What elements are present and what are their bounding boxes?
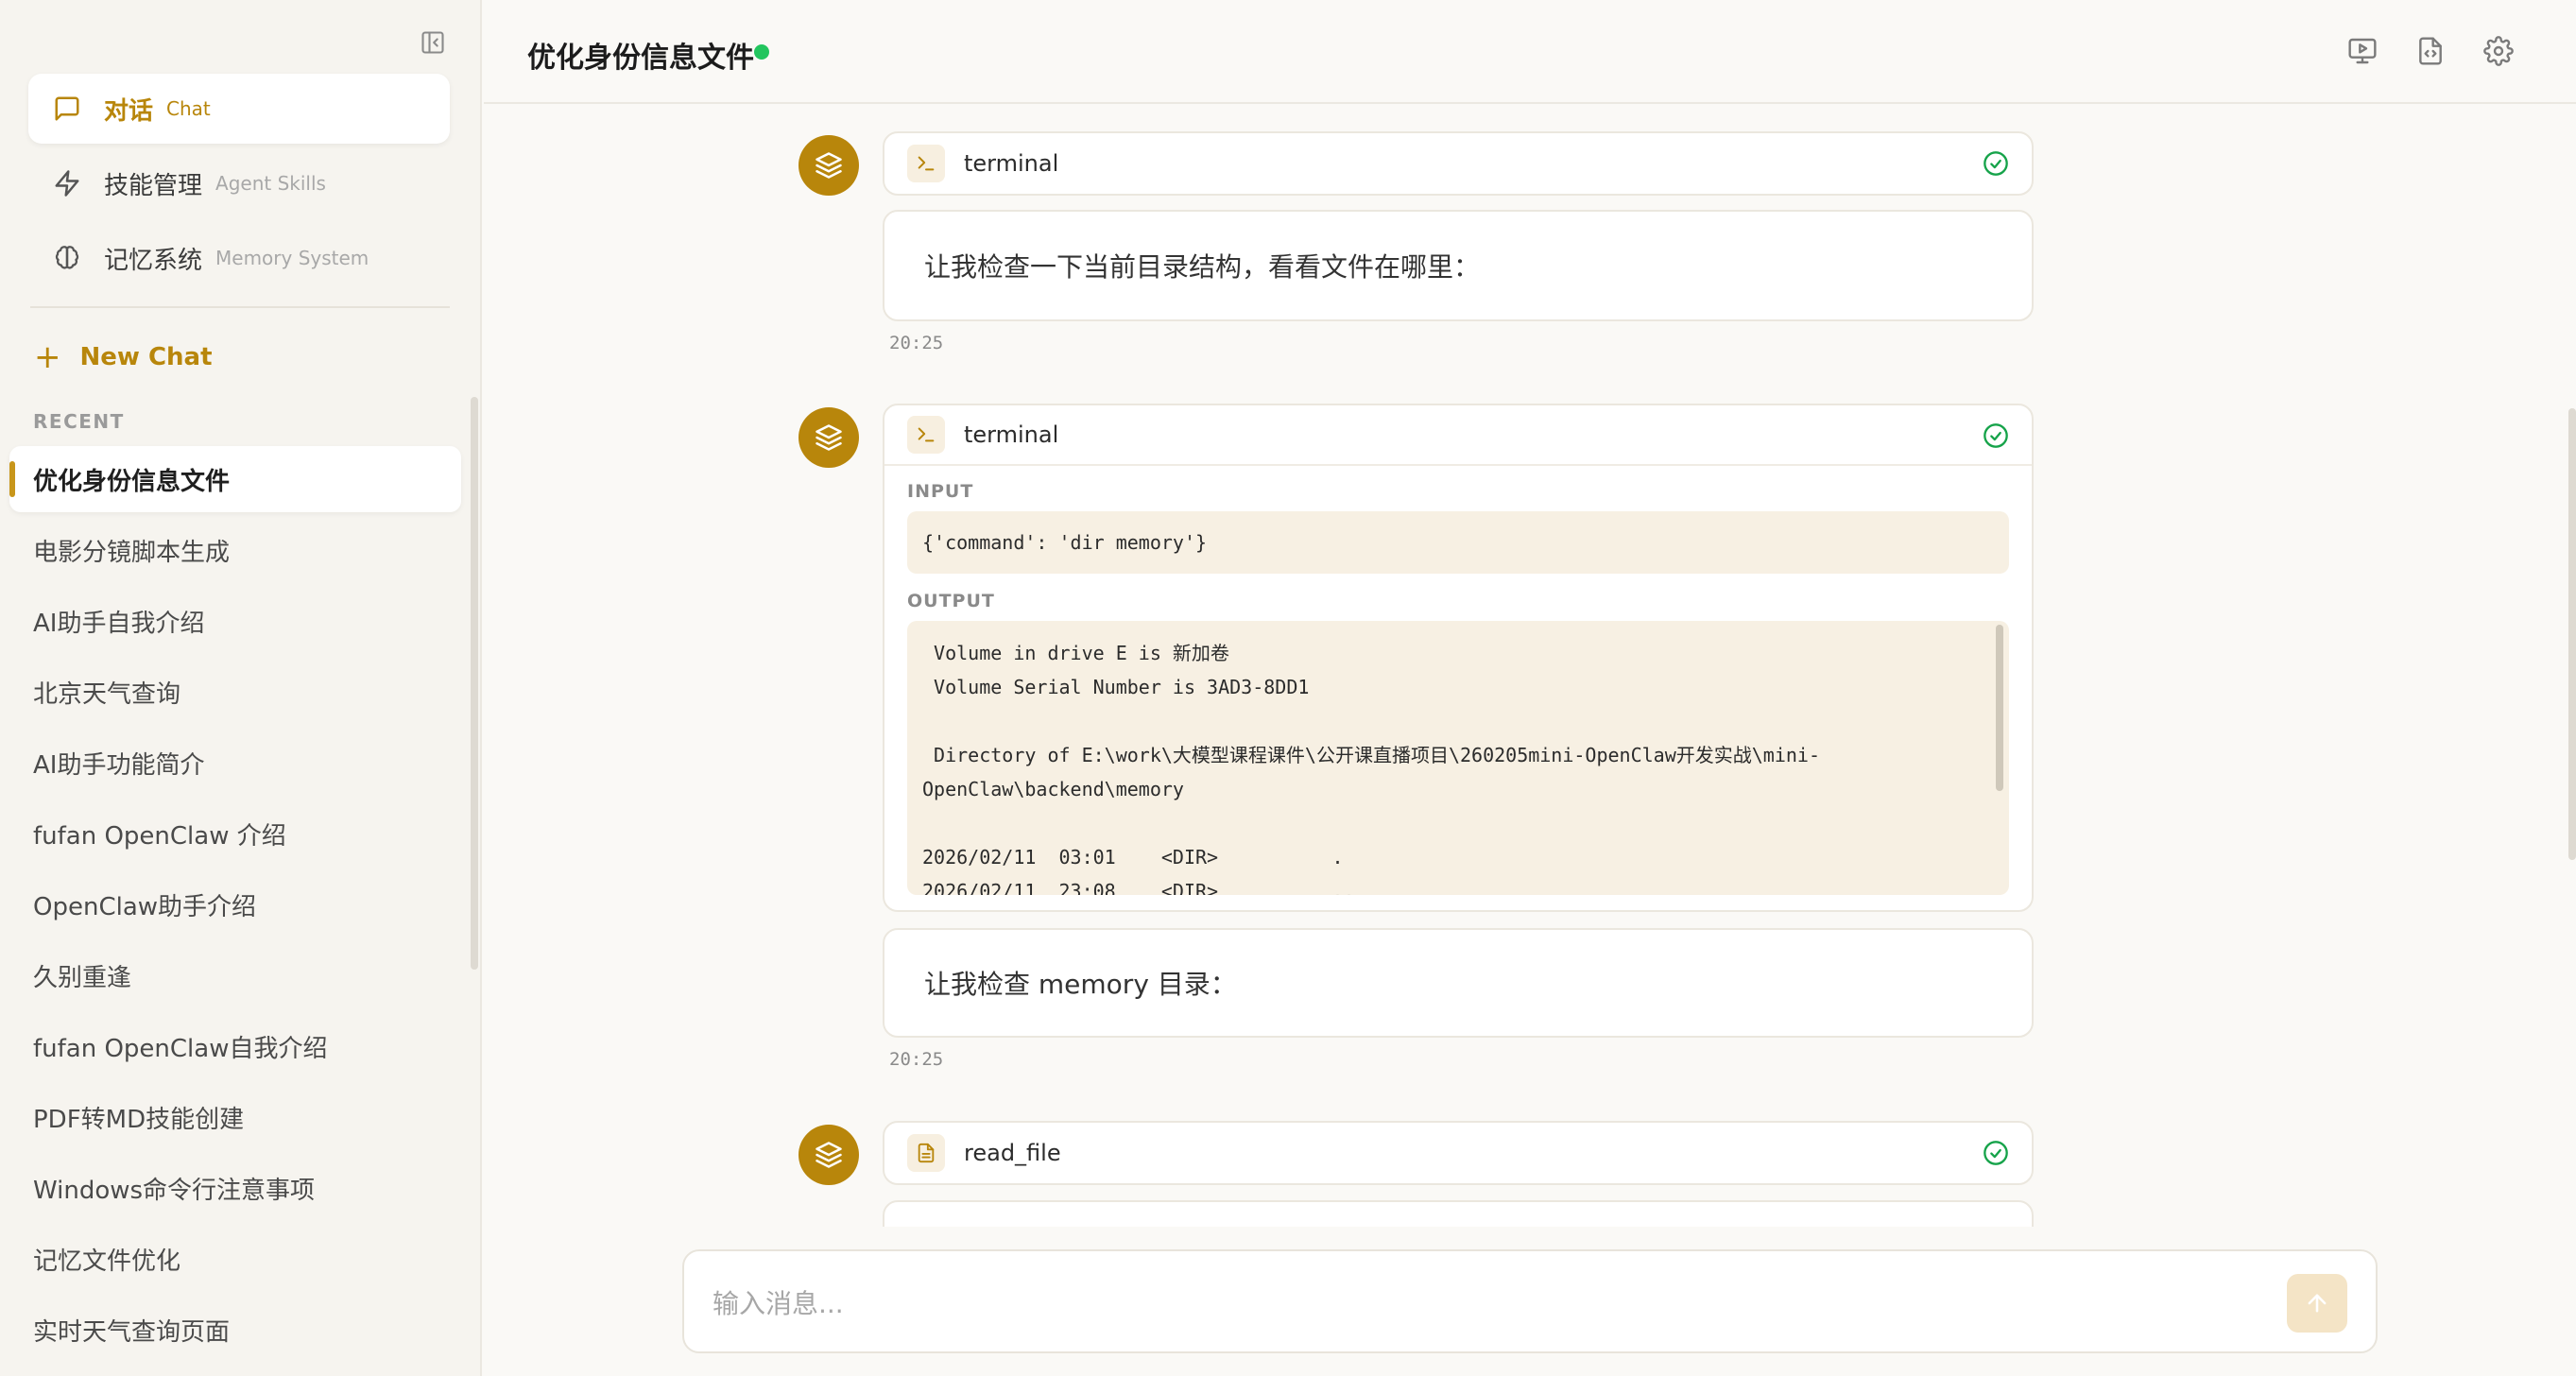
assistant-message-bubble: 让我检查 memory 目录： — [883, 928, 2034, 1038]
check-circle-icon — [1984, 151, 2008, 176]
output-line: OpenClaw\backend\memory — [922, 778, 1184, 800]
check-circle-icon — [1984, 1141, 2008, 1165]
nav-item-sublabel: Memory System — [215, 247, 369, 269]
plus-icon: + — [34, 338, 61, 376]
assistant-avatar — [799, 1125, 859, 1185]
sidebar: 对话 Chat 技能管理 Agent Skills 记忆系统 Memory Sy… — [0, 0, 482, 1376]
file-code-icon[interactable] — [2413, 34, 2447, 68]
status-indicator — [754, 44, 769, 60]
tool-call-card[interactable]: terminal — [883, 131, 2034, 196]
recent-chat-item[interactable]: fufan OpenClaw 介绍 — [9, 800, 461, 867]
file-text-icon — [907, 1134, 945, 1172]
recent-section-label: RECENT — [33, 410, 125, 433]
message-input[interactable] — [713, 1280, 2224, 1327]
output-line: 2026/02/11 23:08 <DIR> .. — [922, 880, 1355, 895]
terminal-icon — [907, 145, 945, 182]
settings-gear-icon[interactable] — [2482, 34, 2516, 68]
output-line: Volume in drive E is 新加卷 — [922, 642, 1229, 664]
recent-chat-item[interactable]: 电影分镜脚本生成 — [9, 517, 461, 583]
message-text: 让我检查 memory 目录： — [924, 969, 1237, 1000]
chat-scrollbar[interactable] — [2568, 408, 2576, 860]
layers-icon — [816, 152, 842, 179]
recent-chat-item[interactable]: fufan OpenClaw自我介绍 — [9, 1013, 461, 1079]
recent-chat-item[interactable]: PDF转MD技能创建 — [9, 1084, 461, 1150]
terminal-icon — [907, 416, 945, 454]
lightning-icon — [51, 167, 83, 199]
nav-item-agent-skills[interactable]: 技能管理 Agent Skills — [28, 148, 450, 218]
recent-chat-list: 优化身份信息文件 电影分镜脚本生成 AI助手自我介绍 北京天气查询 AI助手功能… — [9, 446, 461, 1367]
message-text: 让我检查一下当前目录结构，看看文件在哪里： — [924, 251, 1481, 283]
output-line: Directory of E:\work\大模型课程课件\公开课直播项目\260… — [922, 744, 1821, 766]
tool-name: read_file — [964, 1140, 1061, 1166]
arrow-up-icon — [2308, 1294, 2327, 1313]
check-circle-icon — [1984, 423, 2008, 448]
nav-item-memory-system[interactable]: 记忆系统 Memory System — [28, 223, 450, 293]
new-chat-label: New Chat — [79, 343, 213, 371]
layers-icon — [816, 424, 842, 451]
recent-chat-item[interactable]: OpenClaw助手介绍 — [9, 871, 461, 937]
header: 优化身份信息文件 — [484, 0, 2576, 104]
output-scrollbar[interactable] — [1996, 625, 2003, 791]
nav-item-chat[interactable]: 对话 Chat — [28, 74, 450, 144]
output-line: Volume Serial Number is 3AD3-8DD1 — [922, 676, 1310, 698]
monitor-play-icon[interactable] — [2345, 34, 2379, 68]
output-section-label: OUTPUT — [907, 591, 995, 611]
chat-bubble-icon — [51, 93, 83, 125]
sidebar-collapse-icon[interactable] — [418, 27, 448, 58]
nav-item-label: 记忆系统 — [104, 246, 203, 275]
recent-chat-item[interactable]: 北京天气查询 — [9, 659, 461, 725]
tool-call-card-partial — [883, 1200, 2034, 1227]
recent-chat-item[interactable]: 久别重逢 — [9, 942, 461, 1008]
tool-call-header[interactable]: terminal — [884, 405, 2032, 466]
message-timestamp: 20:25 — [889, 1049, 944, 1070]
layers-icon — [816, 1142, 842, 1168]
assistant-avatar — [799, 135, 859, 196]
input-section-label: INPUT — [907, 481, 974, 502]
sidebar-scrollbar[interactable] — [471, 397, 478, 970]
recent-chat-item[interactable]: 记忆文件优化 — [9, 1226, 461, 1292]
output-line: 2026/02/11 03:01 <DIR> . — [922, 846, 1344, 869]
brain-icon — [51, 242, 83, 274]
message-timestamp: 20:25 — [889, 333, 944, 353]
tool-call-card-expanded[interactable]: terminal INPUT {'command': 'dir memory'}… — [883, 404, 2034, 912]
nav-item-label: 技能管理 — [104, 171, 203, 200]
message-composer — [682, 1249, 2378, 1353]
recent-chat-item[interactable]: AI助手功能简介 — [9, 730, 461, 796]
recent-chat-item[interactable]: AI助手自我介绍 — [9, 588, 461, 654]
tool-name: terminal — [964, 421, 1059, 448]
tool-name: terminal — [964, 150, 1059, 177]
tool-call-header[interactable]: terminal — [884, 133, 2032, 194]
nav-item-sublabel: Agent Skills — [215, 172, 326, 195]
tool-input-code: {'command': 'dir memory'} — [907, 511, 2009, 574]
tool-output-code[interactable]: Volume in drive E is 新加卷 Volume Serial N… — [907, 621, 2009, 895]
recent-chat-item[interactable]: 实时天气查询页面 — [9, 1297, 461, 1363]
assistant-message-bubble: 让我检查一下当前目录结构，看看文件在哪里： — [883, 210, 2034, 321]
new-chat-button[interactable]: + New Chat — [34, 338, 213, 376]
nav-item-label: 对话 — [104, 96, 154, 126]
nav-item-sublabel: Chat — [166, 97, 211, 120]
tool-call-card[interactable]: read_file — [883, 1121, 2034, 1185]
recent-chat-item[interactable]: Windows命令行注意事项 — [9, 1155, 461, 1221]
sidebar-divider — [30, 306, 450, 308]
send-button[interactable] — [2287, 1274, 2347, 1333]
chat-area: terminal 让我检查一下当前目录结构，看看文件在哪里： 20:25 ter… — [484, 106, 2576, 1227]
page-title: 优化身份信息文件 — [527, 42, 754, 75]
assistant-avatar — [799, 407, 859, 468]
tool-call-header[interactable]: read_file — [884, 1123, 2032, 1183]
recent-chat-item[interactable]: 优化身份信息文件 — [9, 446, 461, 512]
